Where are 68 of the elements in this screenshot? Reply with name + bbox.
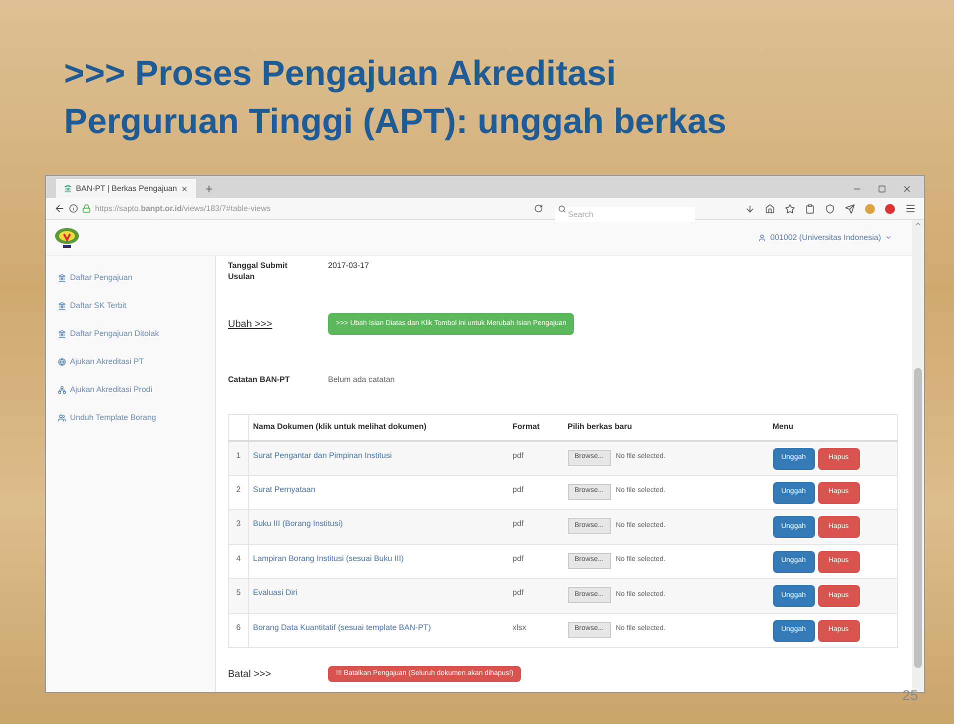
sidebar-item[interactable]: Ajukan Akreditasi Prodi — [46, 376, 215, 404]
close-icon[interactable] — [902, 184, 912, 194]
format-cell: pdf — [508, 510, 564, 544]
back-icon[interactable] — [54, 203, 65, 214]
row-number: 1 — [228, 440, 248, 475]
document-link[interactable]: Buku III (Borang Institusi) — [253, 519, 343, 528]
bank-icon — [58, 330, 66, 338]
format-cell: xlsx — [508, 613, 564, 648]
row-number: 3 — [228, 510, 248, 544]
column-header: Nama Dokumen (klik untuk melihat dokumen) — [248, 414, 508, 440]
format-cell: pdf — [508, 440, 564, 475]
network-icon — [58, 386, 66, 394]
caret-icon — [885, 234, 892, 241]
site-icon — [64, 184, 72, 193]
user-menu[interactable]: 001002 (Universitas Indonesia) — [758, 232, 892, 244]
field-label: Tanggal Submit Usulan — [228, 260, 288, 283]
sidebar-item[interactable]: Unduh Template Borang — [46, 404, 215, 432]
users-icon — [58, 414, 66, 422]
sidebar-item[interactable]: Daftar SK Terbit — [46, 292, 215, 320]
new-tab-icon[interactable] — [204, 184, 214, 194]
home-icon[interactable] — [765, 204, 775, 214]
clipboard-icon[interactable] — [805, 204, 815, 214]
column-header: Menu — [768, 414, 898, 440]
field-value: 2017-03-17 — [328, 260, 369, 272]
url-text[interactable]: https://sapto.banpt.or.id/views/183/7#table-views — [95, 202, 455, 214]
send-icon[interactable] — [845, 204, 855, 214]
bank-icon — [58, 302, 66, 310]
user-icon — [758, 234, 766, 242]
close-tab-icon[interactable] — [180, 184, 188, 192]
sidebar-item[interactable]: Ajukan Akreditasi PT — [46, 348, 215, 376]
cancel-link[interactable]: Batal >>> — [228, 666, 328, 682]
bookmark-icon[interactable] — [785, 204, 795, 214]
info-icon[interactable] — [69, 204, 78, 213]
search-field[interactable]: Search — [555, 207, 695, 222]
scrollbar[interactable] — [912, 220, 924, 692]
document-link[interactable]: Surat Pernyataan — [253, 484, 316, 494]
sidebar-item[interactable]: Daftar Pengajuan — [46, 264, 215, 292]
document-link[interactable]: Borang Data Kuantitatif (sesuai template BAN-PT) — [253, 622, 431, 632]
stop-icon[interactable] — [885, 204, 895, 214]
globe-icon — [58, 358, 66, 366]
document-link[interactable]: Evaluasi Diri — [253, 588, 298, 597]
edit-link[interactable]: Ubah >>> — [228, 316, 328, 332]
lock-icon — [82, 204, 91, 213]
row-number: 6 — [228, 613, 248, 648]
search-icon — [558, 204, 566, 212]
column-header: Pilih berkas baru — [564, 414, 768, 440]
bank-icon — [58, 274, 66, 282]
sidebar-item[interactable]: Daftar Pengajuan Ditolak — [46, 320, 215, 348]
scroll-up-icon[interactable] — [914, 220, 922, 228]
maximize-icon[interactable] — [878, 185, 886, 193]
shield-icon[interactable] — [825, 204, 835, 214]
format-cell: pdf — [508, 475, 564, 510]
reload-icon[interactable] — [534, 204, 543, 213]
logo-icon — [54, 226, 80, 250]
document-link[interactable]: Surat Pengantar dan Pimpinan Institusi — [253, 450, 392, 460]
field-label: Catatan BAN-PT — [228, 374, 291, 386]
format-cell: pdf — [508, 578, 564, 613]
browser-tab[interactable]: BAN-PT | Berkas Pengajuan — [56, 179, 196, 198]
menu-icon[interactable] — [905, 203, 916, 214]
field-value: Belum ada catatan — [328, 374, 395, 386]
document-link[interactable]: Lampiran Borang Institusi (sesuai Buku III) — [253, 554, 404, 562]
slide-title: >>> Proses Pengajuan Akreditasi — [64, 53, 618, 95]
page-number: 25 — [902, 686, 918, 705]
slide-title: Perguruan Tinggi (APT): unggah berkas — [64, 101, 728, 143]
format-cell: pdf — [508, 544, 564, 578]
row-number: 5 — [228, 578, 248, 613]
download-icon[interactable] — [745, 204, 755, 214]
column-header: Format — [508, 414, 564, 440]
